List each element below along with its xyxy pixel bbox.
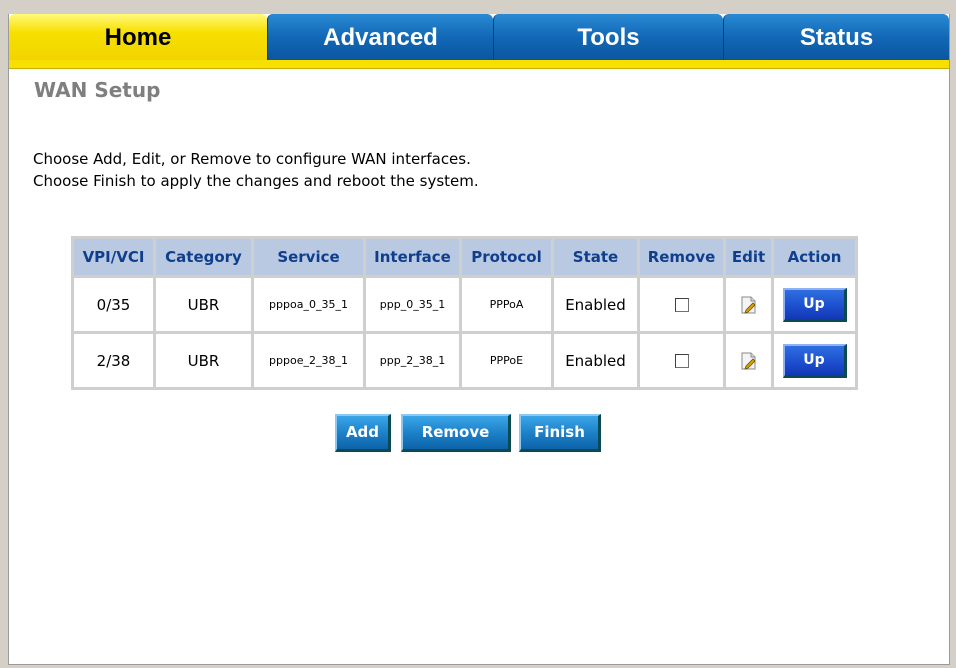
page-description: Choose Add, Edit, or Remove to configure… bbox=[33, 148, 479, 192]
description-line-1: Choose Add, Edit, or Remove to configure… bbox=[33, 150, 471, 168]
cell-interface: ppp_2_38_1 bbox=[363, 331, 462, 390]
cell-category: UBR bbox=[153, 331, 254, 390]
header-category: Category bbox=[153, 236, 254, 278]
header-protocol: Protocol bbox=[459, 236, 554, 278]
cell-edit bbox=[723, 331, 774, 390]
action-button-row: Add Remove Finish bbox=[9, 414, 949, 454]
header-vpi-vci: VPI/VCI bbox=[71, 236, 156, 278]
cell-service: pppoe_2_38_1 bbox=[251, 331, 366, 390]
cell-edit bbox=[723, 275, 774, 334]
up-button[interactable]: Up bbox=[782, 287, 847, 322]
remove-button[interactable]: Remove bbox=[401, 414, 511, 452]
cell-remove bbox=[637, 331, 726, 390]
table-row: 2/38 UBR pppoe_2_38_1 ppp_2_38_1 PPPoE E… bbox=[71, 331, 858, 390]
cell-state: Enabled bbox=[551, 331, 640, 390]
table-header-row: VPI/VCI Category Service Interface Proto… bbox=[71, 236, 858, 278]
cell-action: Up bbox=[771, 275, 858, 334]
main-frame: Home Advanced Tools Status WAN Setup Cho… bbox=[8, 14, 950, 665]
cell-category: UBR bbox=[153, 275, 254, 334]
up-button[interactable]: Up bbox=[782, 343, 847, 378]
remove-checkbox[interactable] bbox=[674, 354, 689, 368]
tab-home[interactable]: Home bbox=[9, 14, 267, 60]
cell-vpi-vci: 2/38 bbox=[71, 331, 156, 390]
cell-action: Up bbox=[771, 331, 858, 390]
header-remove: Remove bbox=[637, 236, 726, 278]
page-title: WAN Setup bbox=[34, 78, 161, 102]
cell-interface: ppp_0_35_1 bbox=[363, 275, 462, 334]
cell-state: Enabled bbox=[551, 275, 640, 334]
description-line-2: Choose Finish to apply the changes and r… bbox=[33, 172, 479, 190]
finish-button[interactable]: Finish bbox=[519, 414, 601, 452]
top-tab-bar: Home Advanced Tools Status bbox=[9, 14, 949, 60]
cell-protocol: PPPoA bbox=[459, 275, 554, 334]
tab-tools[interactable]: Tools bbox=[493, 14, 723, 60]
add-button[interactable]: Add bbox=[335, 414, 391, 452]
tab-advanced[interactable]: Advanced bbox=[267, 14, 493, 60]
cell-service: pppoa_0_35_1 bbox=[251, 275, 366, 334]
header-service: Service bbox=[251, 236, 366, 278]
cell-protocol: PPPoE bbox=[459, 331, 554, 390]
header-edit: Edit bbox=[723, 236, 774, 278]
cell-vpi-vci: 0/35 bbox=[71, 275, 156, 334]
cell-remove bbox=[637, 275, 726, 334]
header-state: State bbox=[551, 236, 640, 278]
tab-underline-bar bbox=[9, 60, 949, 69]
edit-icon[interactable] bbox=[741, 352, 757, 370]
header-action: Action bbox=[771, 236, 858, 278]
header-interface: Interface bbox=[363, 236, 462, 278]
remove-checkbox[interactable] bbox=[674, 298, 689, 312]
table-row: 0/35 UBR pppoa_0_35_1 ppp_0_35_1 PPPoA E… bbox=[71, 275, 858, 334]
edit-icon[interactable] bbox=[741, 296, 757, 314]
tab-status[interactable]: Status bbox=[723, 14, 949, 60]
wan-interfaces-table: VPI/VCI Category Service Interface Proto… bbox=[71, 236, 858, 390]
